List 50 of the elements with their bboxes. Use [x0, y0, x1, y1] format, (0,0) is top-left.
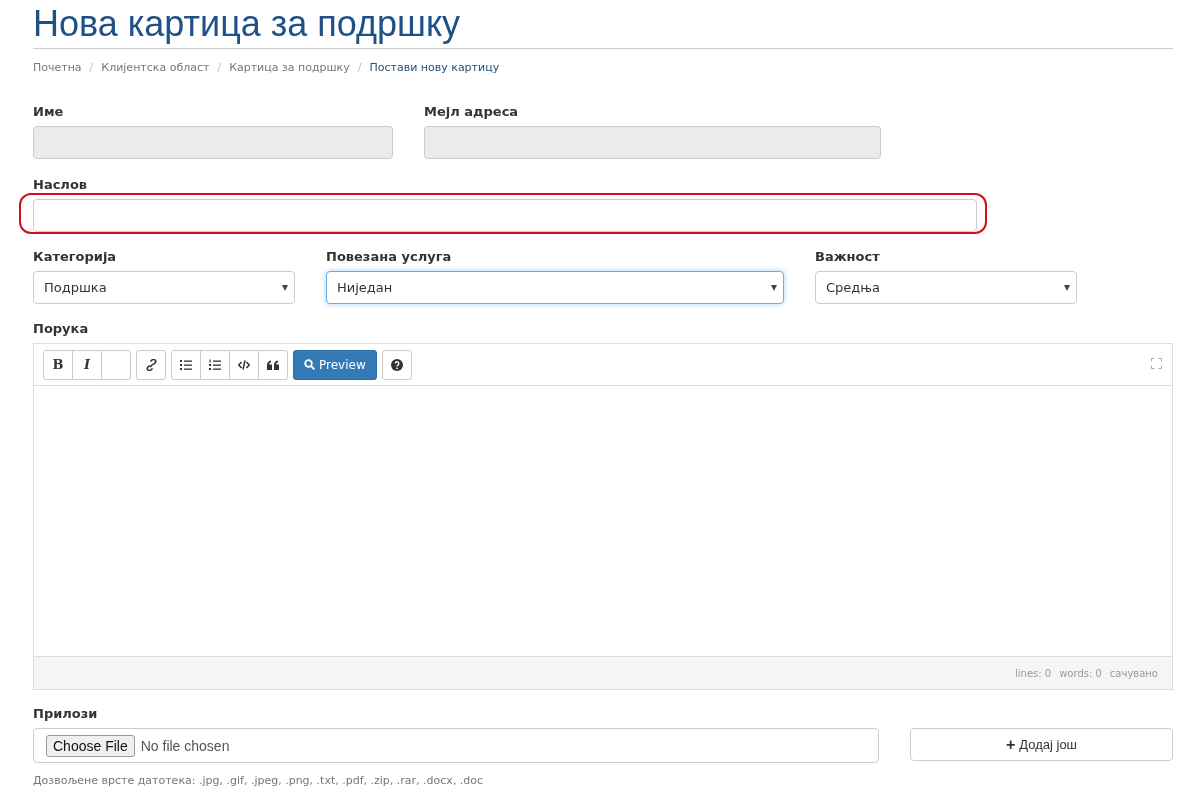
preview-button[interactable]: Preview [293, 349, 377, 380]
field-label: Категорија [33, 249, 117, 264]
field-label: Повезана услуга [326, 249, 452, 264]
select-dropdown[interactable]: Ниједан [326, 271, 784, 304]
field-label: Име [33, 104, 64, 119]
bold-button[interactable]: B [43, 349, 73, 380]
status-text: сачувано [1109, 667, 1158, 679]
toolbar-button[interactable] [200, 349, 230, 380]
help-icon [390, 358, 403, 371]
select-dropdown[interactable]: Средња [815, 271, 1077, 304]
numbered-list-icon [209, 358, 221, 371]
toolbar-button[interactable] [136, 349, 166, 380]
add-more-button[interactable]: + Додај још [910, 728, 1173, 761]
breadcrumb-separator: / [357, 60, 362, 74]
select-value: Ниједан [337, 280, 393, 295]
choose-file-button[interactable]: Choose File [46, 734, 135, 757]
toolbar-button[interactable] [381, 349, 412, 380]
toolbar-button[interactable] [229, 349, 259, 380]
page-title: Нова картица за подршку [33, 2, 461, 46]
breadcrumb-link[interactable]: Картица за подршку [229, 60, 350, 74]
breadcrumb-separator: / [217, 60, 222, 74]
field-label: Мејл адреса [424, 104, 519, 119]
breadcrumb-link[interactable]: Почетна [33, 60, 82, 74]
caret-icon [282, 284, 288, 291]
quote-icon [267, 358, 279, 371]
caret-icon [1064, 284, 1070, 291]
subject-input-field[interactable] [33, 199, 977, 232]
breadcrumb-separator: / [89, 60, 94, 74]
select-dropdown[interactable]: Подршка [33, 271, 295, 304]
allowed-file-types-text: Дозвољене врсте датотека: .jpg, .gif, .jpeg, .png, .txt, .pdf, .zip, .rar, .docx, .doc [33, 774, 485, 787]
breadcrumb-link[interactable]: Клијентска област [101, 60, 210, 74]
bulleted-list-icon [180, 358, 192, 371]
italic-button[interactable]: I [72, 349, 102, 380]
field-label: Порука [33, 321, 89, 336]
file-input-field[interactable]: Choose File No file chosen [33, 728, 879, 763]
file-status-text: No file chosen [140, 737, 230, 754]
field-label: Важност [815, 249, 880, 264]
caret-icon [771, 284, 777, 291]
toolbar-button[interactable] [171, 349, 201, 380]
breadcrumb-link[interactable]: Постави нову картицу [369, 60, 500, 74]
search-icon [304, 359, 315, 370]
code-icon [238, 358, 250, 371]
field-label: Наслов [33, 177, 88, 192]
select-value: Средња [826, 280, 880, 295]
toolbar-button[interactable] [258, 349, 288, 380]
field-label: Прилози [33, 706, 98, 721]
select-value: Подршка [44, 280, 107, 295]
status-text: words: 0 [1059, 667, 1102, 679]
status-text: lines: 0 [1015, 667, 1052, 679]
link-icon [145, 358, 157, 371]
